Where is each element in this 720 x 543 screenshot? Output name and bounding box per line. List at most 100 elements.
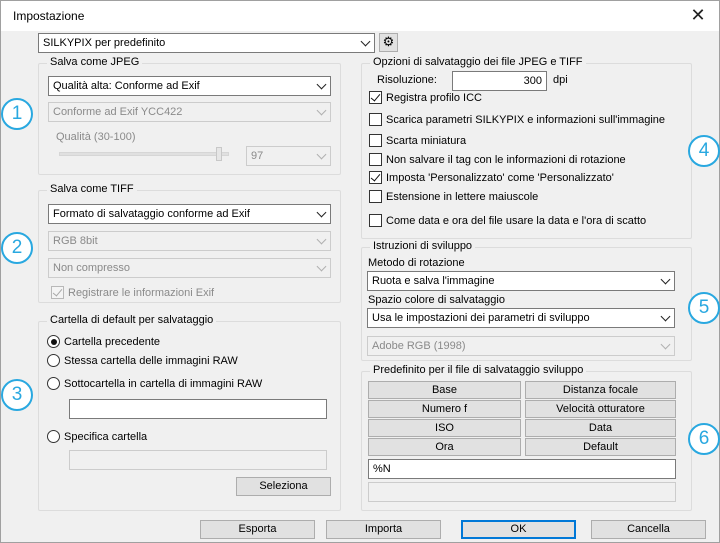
radio-label: Sottocartella in cartella di immagini RA… bbox=[64, 377, 263, 390]
radio-subfolder[interactable]: Sottocartella in cartella di immagini RA… bbox=[47, 377, 262, 390]
import-button[interactable]: Importa bbox=[326, 520, 441, 539]
checkbox-icon bbox=[369, 113, 382, 126]
checkbox-label: Scarica parametri SILKYPIX e informazion… bbox=[386, 113, 666, 126]
preset-select-value: SILKYPIX per predefinito bbox=[43, 37, 166, 49]
filename-pattern-input[interactable]: %N bbox=[368, 459, 676, 479]
jpeg-quality-value-select: 97 bbox=[246, 146, 331, 166]
adobe-rgb-value: Adobe RGB (1998) bbox=[372, 340, 466, 352]
settings-dialog: Impostazione ✕ SILKYPIX per predefinito … bbox=[0, 0, 720, 543]
radio-specific-folder[interactable]: Specifica cartella bbox=[47, 430, 147, 443]
jpeg-quality-label: Qualità (30-100) bbox=[56, 131, 136, 143]
colorspace-select[interactable]: Usa le impostazioni dei parametri di svi… bbox=[367, 308, 675, 328]
chevron-down-icon bbox=[316, 234, 327, 245]
resolution-input[interactable]: 300 bbox=[452, 71, 547, 91]
checkbox-discard-thumbnail[interactable]: Scarta miniatura bbox=[369, 134, 466, 147]
tiff-compression-value: Non compresso bbox=[53, 262, 131, 274]
radio-icon bbox=[47, 354, 60, 367]
callout-badge-5: 5 bbox=[688, 292, 720, 324]
window-title: Impostazione bbox=[13, 9, 85, 23]
tiff-group-legend: Salva come TIFF bbox=[47, 183, 137, 195]
insert-date-button[interactable]: Data bbox=[525, 419, 676, 437]
radio-icon bbox=[47, 335, 60, 348]
checkbox-silkypix-params[interactable]: Scarica parametri SILKYPIX e informazion… bbox=[369, 113, 665, 126]
jpeg-quality-select[interactable]: Qualità alta: Conforme ad Exif bbox=[48, 76, 331, 96]
tiff-bits-value: RGB 8bit bbox=[53, 235, 98, 247]
title-bar: Impostazione ✕ bbox=[1, 1, 719, 31]
radio-icon bbox=[47, 377, 60, 390]
checkbox-icon bbox=[369, 153, 382, 166]
jpeg-quality-slider-thumb bbox=[216, 147, 222, 161]
checkbox-label: Estensione in lettere maiuscole bbox=[386, 190, 539, 203]
chevron-down-icon bbox=[316, 105, 327, 116]
checkbox-shot-date[interactable]: Come data e ora del file usare la data e… bbox=[369, 214, 646, 227]
jpeg-quality-value: Qualità alta: Conforme ad Exif bbox=[53, 80, 200, 92]
chevron-down-icon bbox=[360, 36, 371, 47]
checkbox-custom[interactable]: Imposta 'Personalizzato' come 'Personali… bbox=[369, 171, 614, 184]
preset-select[interactable]: SILKYPIX per predefinito bbox=[38, 33, 375, 53]
checkbox-icc-profile[interactable]: Registra profilo ICC bbox=[369, 91, 482, 104]
jpeg-group-legend: Salva come JPEG bbox=[47, 56, 143, 68]
radio-same-folder[interactable]: Stessa cartella delle immagini RAW bbox=[47, 354, 238, 367]
close-icon[interactable]: ✕ bbox=[683, 3, 713, 27]
development-legend: Istruzioni di sviluppo bbox=[370, 240, 476, 252]
radio-icon bbox=[47, 430, 60, 443]
tiff-format-value: Formato di salvataggio conforme ad Exif bbox=[53, 208, 250, 220]
radio-previous-folder[interactable]: Cartella precedente bbox=[47, 335, 160, 348]
resolution-unit: dpi bbox=[553, 74, 568, 86]
insert-iso-button[interactable]: ISO bbox=[368, 419, 521, 437]
rotation-select[interactable]: Ruota e salva l'immagine bbox=[367, 271, 675, 291]
default-pattern-button[interactable]: Default bbox=[525, 438, 676, 456]
chevron-down-icon bbox=[316, 261, 327, 272]
filename-preview-field bbox=[368, 482, 676, 502]
checkbox-icon bbox=[369, 134, 382, 147]
colorspace-value: Usa le impostazioni dei parametri di svi… bbox=[372, 312, 590, 324]
tiff-exif-checkbox: Registrare le informazioni Exif bbox=[51, 286, 214, 299]
chevron-down-icon bbox=[660, 311, 671, 322]
insert-focal-length-button[interactable]: Distanza focale bbox=[525, 381, 676, 399]
chevron-down-icon bbox=[316, 149, 327, 160]
insert-shutter-speed-button[interactable]: Velocità otturatore bbox=[525, 400, 676, 418]
callout-badge-2: 2 bbox=[1, 232, 33, 264]
adobe-rgb-select: Adobe RGB (1998) bbox=[367, 336, 675, 356]
save-options-legend: Opzioni di salvataggio dei file JPEG e T… bbox=[370, 56, 586, 68]
select-folder-button[interactable]: Seleziona bbox=[236, 477, 331, 496]
checkbox-icon bbox=[369, 91, 382, 104]
tiff-bits-select: RGB 8bit bbox=[48, 231, 331, 251]
insert-time-button[interactable]: Ora bbox=[368, 438, 521, 456]
callout-badge-6: 6 bbox=[688, 423, 720, 455]
jpeg-format-select: Conforme ad Exif YCC422 bbox=[48, 102, 331, 122]
checkbox-icon bbox=[369, 214, 382, 227]
radio-label: Cartella precedente bbox=[64, 335, 161, 348]
chevron-down-icon bbox=[316, 79, 327, 90]
tiff-compression-select: Non compresso bbox=[48, 258, 331, 278]
checkbox-label: Come data e ora del file usare la data e… bbox=[386, 214, 647, 227]
chevron-down-icon bbox=[316, 207, 327, 218]
jpeg-quality-slider bbox=[59, 152, 229, 156]
checkbox-icon bbox=[369, 171, 382, 184]
checkbox-uppercase-extension[interactable]: Estensione in lettere maiuscole bbox=[369, 190, 538, 203]
checkbox-icon bbox=[369, 190, 382, 203]
checkbox-label: Non salvare il tag con le informazioni d… bbox=[386, 153, 626, 166]
insert-base-button[interactable]: Base bbox=[368, 381, 521, 399]
ok-button[interactable]: OK bbox=[461, 520, 576, 539]
jpeg-format-value: Conforme ad Exif YCC422 bbox=[53, 106, 183, 118]
folder-group-legend: Cartella di default per salvataggio bbox=[47, 314, 217, 326]
tiff-format-select[interactable]: Formato di salvataggio conforme ad Exif bbox=[48, 204, 331, 224]
radio-label: Specifica cartella bbox=[64, 430, 148, 443]
checkbox-no-rotation-tag[interactable]: Non salvare il tag con le informazioni d… bbox=[369, 153, 626, 166]
specific-folder-input bbox=[69, 450, 327, 470]
insert-f-number-button[interactable]: Numero f bbox=[368, 400, 521, 418]
jpeg-quality-number: 97 bbox=[251, 150, 264, 162]
callout-badge-1: 1 bbox=[1, 98, 33, 130]
export-button[interactable]: Esporta bbox=[200, 520, 315, 539]
cancel-button[interactable]: Cancella bbox=[591, 520, 706, 539]
subfolder-input[interactable] bbox=[69, 399, 327, 419]
rotation-label: Metodo di rotazione bbox=[368, 257, 465, 269]
gear-icon[interactable]: ⚙ bbox=[379, 33, 398, 52]
chevron-down-icon bbox=[660, 274, 671, 285]
callout-badge-4: 4 bbox=[688, 135, 720, 167]
resolution-label: Risoluzione: bbox=[377, 74, 437, 86]
tiff-exif-label: Registrare le informazioni Exif bbox=[68, 286, 215, 299]
radio-label: Stessa cartella delle immagini RAW bbox=[64, 354, 238, 367]
checkbox-icon bbox=[51, 286, 64, 299]
